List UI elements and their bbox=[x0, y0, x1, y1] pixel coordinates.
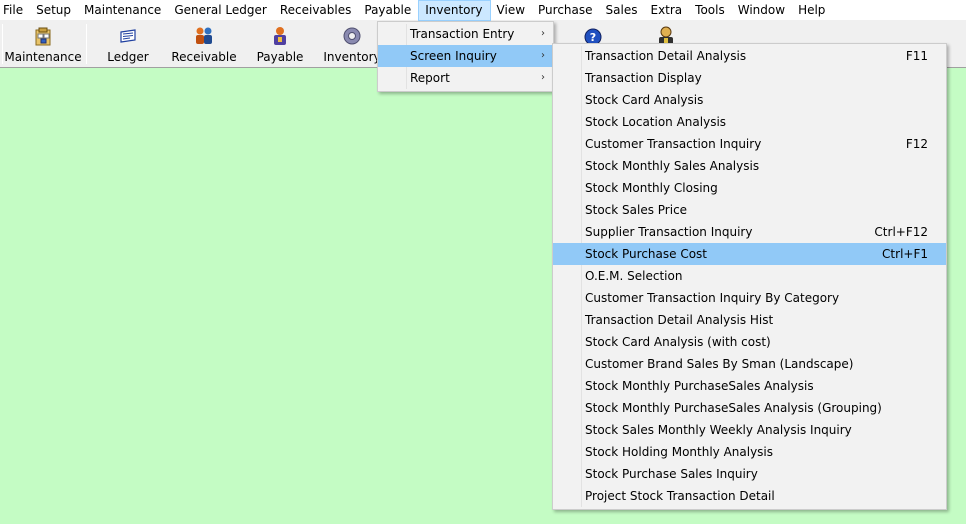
menu-item-transaction-detail-analysis-hist[interactable]: Transaction Detail Analysis Hist bbox=[553, 309, 946, 331]
menu-item-label: Stock Card Analysis bbox=[585, 93, 704, 107]
menu-item-label: Stock Monthly PurchaseSales Analysis (Gr… bbox=[585, 401, 882, 415]
menu-item-label: Project Stock Transaction Detail bbox=[585, 489, 775, 503]
menu-purchase[interactable]: Purchase bbox=[532, 0, 600, 21]
toolbar-separator bbox=[2, 24, 3, 64]
maintenance-icon bbox=[35, 27, 51, 46]
shortcut-label: Ctrl+F1 bbox=[882, 247, 928, 261]
menu-setup[interactable]: Setup bbox=[30, 0, 78, 21]
menu-item-stock-card-analysis-with-cost[interactable]: Stock Card Analysis (with cost) bbox=[553, 331, 946, 353]
menu-item-transaction-display[interactable]: Transaction Display bbox=[553, 67, 946, 89]
menu-item-customer-transaction-inquiry[interactable]: Customer Transaction Inquiry F12 bbox=[553, 133, 946, 155]
payable-label: Payable bbox=[256, 50, 304, 64]
menu-item-stock-location-analysis[interactable]: Stock Location Analysis bbox=[553, 111, 946, 133]
menu-item-stock-sales-monthly-weekly-analysis-inquiry[interactable]: Stock Sales Monthly Weekly Analysis Inqu… bbox=[553, 419, 946, 441]
menu-item-label: Supplier Transaction Inquiry bbox=[585, 225, 753, 239]
menu-item-label: Stock Monthly PurchaseSales Analysis bbox=[585, 379, 814, 393]
menu-item-stock-monthly-purchasesales-analysis-grouping[interactable]: Stock Monthly PurchaseSales Analysis (Gr… bbox=[553, 397, 946, 419]
chevron-right-icon: › bbox=[541, 28, 545, 39]
menu-item-screen-inquiry[interactable]: Screen Inquiry › bbox=[378, 45, 553, 67]
receivable-label: Receivable bbox=[171, 50, 237, 64]
menu-payable[interactable]: Payable bbox=[358, 0, 418, 21]
menu-bar: File Setup Maintenance General Ledger Re… bbox=[0, 0, 966, 21]
menu-item-label: Stock Card Analysis (with cost) bbox=[585, 335, 771, 349]
receivable-toolbar-button[interactable]: Receivable bbox=[168, 21, 240, 67]
menu-window[interactable]: Window bbox=[732, 0, 792, 21]
inventory-icon bbox=[343, 27, 361, 45]
menu-item-stock-monthly-purchasesales-analysis[interactable]: Stock Monthly PurchaseSales Analysis bbox=[553, 375, 946, 397]
menu-item-label: O.E.M. Selection bbox=[585, 269, 683, 283]
menu-item-stock-card-analysis[interactable]: Stock Card Analysis bbox=[553, 89, 946, 111]
shortcut-label: F12 bbox=[905, 137, 928, 151]
menu-item-stock-purchase-cost[interactable]: Stock Purchase Cost Ctrl+F1 bbox=[553, 243, 946, 265]
menu-item-label: Transaction Detail Analysis bbox=[585, 49, 747, 63]
menu-item-label: Stock Holding Monthly Analysis bbox=[585, 445, 774, 459]
menu-item-label: Stock Purchase Sales Inquiry bbox=[585, 467, 758, 481]
menu-item-label: Stock Monthly Sales Analysis bbox=[585, 159, 760, 173]
menu-item-label: Transaction Entry bbox=[410, 27, 515, 41]
payable-icon bbox=[274, 27, 286, 45]
menu-item-stock-monthly-closing[interactable]: Stock Monthly Closing bbox=[553, 177, 946, 199]
menu-inventory[interactable]: Inventory bbox=[418, 0, 491, 21]
maintenance-toolbar-button[interactable]: Maintenance bbox=[4, 21, 82, 67]
inventory-toolbar-button[interactable]: Inventory bbox=[322, 21, 382, 67]
menu-item-label: Stock Monthly Closing bbox=[585, 181, 718, 195]
toolbar-separator bbox=[86, 24, 87, 64]
menu-item-label: Stock Sales Price bbox=[585, 203, 688, 217]
ledger-icon bbox=[120, 29, 136, 43]
menu-item-customer-brand-sales-by-sman[interactable]: Customer Brand Sales By Sman (Landscape) bbox=[553, 353, 946, 375]
menu-item-label: Transaction Display bbox=[585, 71, 702, 85]
menu-item-label: Screen Inquiry bbox=[410, 49, 497, 63]
menu-item-label: Transaction Detail Analysis Hist bbox=[585, 313, 774, 327]
menu-item-label: Stock Sales Monthly Weekly Analysis Inqu… bbox=[585, 423, 852, 437]
inventory-dropdown-menu: Transaction Entry › Screen Inquiry › Rep… bbox=[377, 21, 554, 92]
screen-inquiry-submenu: Transaction Detail Analysis F11 Transacti… bbox=[552, 43, 947, 510]
menu-item-oem-selection[interactable]: O.E.M. Selection bbox=[553, 265, 946, 287]
chevron-right-icon: › bbox=[541, 72, 545, 83]
maintenance-label: Maintenance bbox=[4, 50, 82, 64]
menu-item-stock-sales-price[interactable]: Stock Sales Price bbox=[553, 199, 946, 221]
menu-item-label: Stock Location Analysis bbox=[585, 115, 727, 129]
payable-toolbar-button[interactable]: Payable bbox=[250, 21, 310, 67]
menu-item-label: Report bbox=[410, 71, 450, 85]
menu-receivables[interactable]: Receivables bbox=[274, 0, 359, 21]
menu-item-label: Stock Purchase Cost bbox=[585, 247, 708, 261]
receivable-icon bbox=[196, 27, 212, 44]
menu-item-project-stock-transaction-detail[interactable]: Project Stock Transaction Detail bbox=[553, 485, 946, 507]
menu-item-supplier-transaction-inquiry[interactable]: Supplier Transaction Inquiry Ctrl+F12 bbox=[553, 221, 946, 243]
menu-extra[interactable]: Extra bbox=[644, 0, 689, 21]
menu-item-transaction-entry[interactable]: Transaction Entry › bbox=[378, 23, 553, 45]
menu-item-report[interactable]: Report › bbox=[378, 67, 553, 89]
menu-tools[interactable]: Tools bbox=[689, 0, 732, 21]
ledger-label: Ledger bbox=[107, 50, 149, 64]
menu-maintenance[interactable]: Maintenance bbox=[78, 0, 168, 21]
menu-item-stock-holding-monthly-analysis[interactable]: Stock Holding Monthly Analysis bbox=[553, 441, 946, 463]
menu-item-label: Customer Transaction Inquiry By Category bbox=[585, 291, 840, 305]
menu-item-stock-monthly-sales-analysis[interactable]: Stock Monthly Sales Analysis bbox=[553, 155, 946, 177]
inventory-label: Inventory bbox=[323, 50, 381, 64]
menu-help[interactable]: Help bbox=[792, 0, 832, 21]
menu-file[interactable]: File bbox=[0, 0, 30, 21]
shortcut-label: Ctrl+F12 bbox=[874, 225, 928, 239]
menu-sales[interactable]: Sales bbox=[600, 0, 645, 21]
menu-view[interactable]: View bbox=[491, 0, 532, 21]
shortcut-label: F11 bbox=[905, 49, 928, 63]
menu-item-label: Customer Brand Sales By Sman (Landscape) bbox=[585, 357, 854, 371]
menu-item-label: Customer Transaction Inquiry bbox=[585, 137, 762, 151]
menu-general-ledger[interactable]: General Ledger bbox=[168, 0, 274, 21]
menu-item-customer-transaction-inquiry-by-category[interactable]: Customer Transaction Inquiry By Category bbox=[553, 287, 946, 309]
chevron-right-icon: › bbox=[541, 50, 545, 61]
ledger-toolbar-button[interactable]: Ledger bbox=[98, 21, 158, 67]
menu-item-transaction-detail-analysis[interactable]: Transaction Detail Analysis F11 bbox=[553, 45, 946, 67]
menu-item-stock-purchase-sales-inquiry[interactable]: Stock Purchase Sales Inquiry bbox=[553, 463, 946, 485]
